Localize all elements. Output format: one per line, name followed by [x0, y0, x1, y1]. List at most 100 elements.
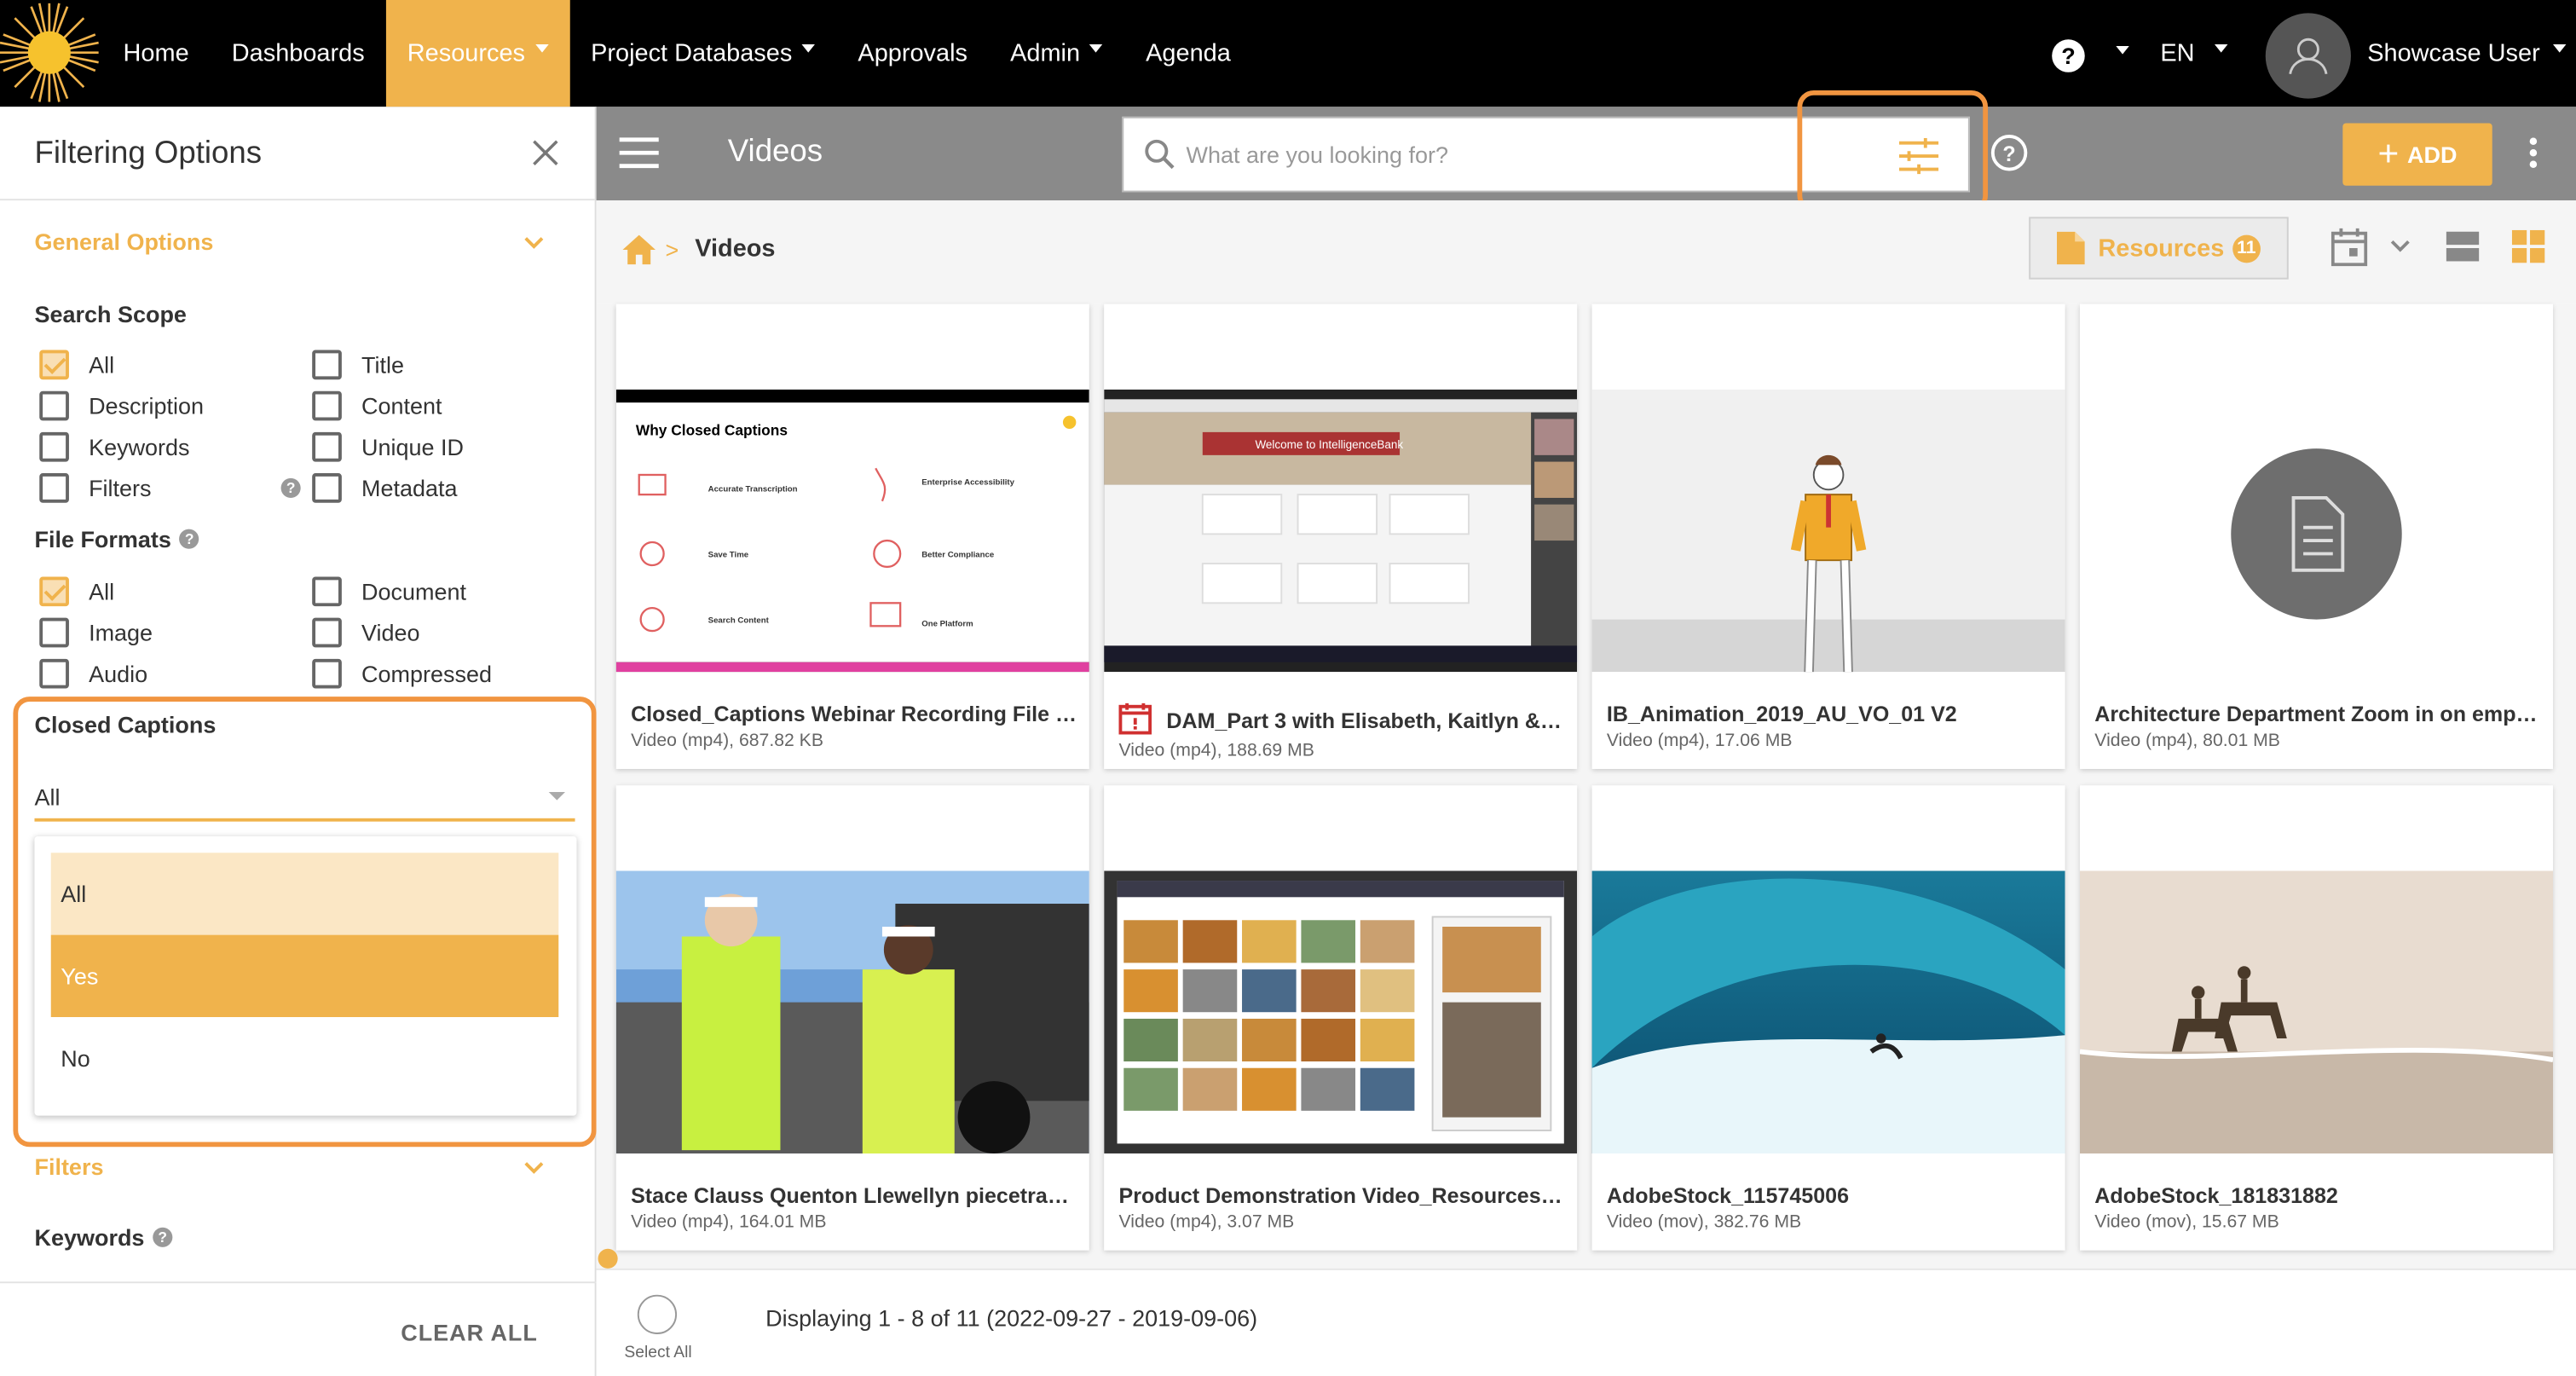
checkbox-image[interactable]: Image [39, 617, 153, 648]
video-thumbnail[interactable] [615, 870, 1089, 1153]
nav-item-admin[interactable]: Admin [989, 0, 1124, 107]
resources-button[interactable]: Resources 11 [2029, 217, 2289, 280]
close-icon[interactable] [529, 136, 563, 170]
chevron-down-icon[interactable] [523, 232, 546, 255]
nav-item-project-databases[interactable]: Project Databases [569, 0, 836, 107]
dropdown-option-no[interactable]: No [51, 1017, 559, 1099]
more-vertical-icon[interactable] [2528, 136, 2538, 170]
video-title[interactable]: Product Demonstration Video_Resources(… [1118, 1183, 1565, 1208]
help-icon[interactable]: ? [280, 477, 301, 498]
search-icon[interactable] [1143, 138, 1176, 171]
nav-item-agenda[interactable]: Agenda [1124, 0, 1252, 107]
checkbox-box[interactable] [39, 350, 69, 380]
video-card[interactable]: Product Demonstration Video_Resources(… V… [1104, 785, 1578, 1251]
nav-item-home[interactable]: Home [101, 0, 210, 107]
video-card[interactable]: Architecture Department Zoom in on empl…… [2079, 304, 2554, 769]
app-root: Home Dashboards Resources Project Databases… [0, 0, 2576, 1376]
help-icon[interactable]: ? [1990, 135, 2028, 171]
video-thumbnail[interactable] [1591, 870, 2065, 1153]
help-icon[interactable]: ? [2052, 39, 2085, 72]
chevron-down-icon[interactable] [548, 791, 565, 801]
video-title[interactable]: Stace Clauss Quenton Llewellyn piecetrac… [631, 1183, 1077, 1208]
help-icon[interactable]: ? [179, 529, 199, 549]
main-content: Videos ? +ADD > Videos Resources 11 [596, 90, 2576, 1376]
checkbox-box[interactable] [312, 431, 342, 462]
chevron-down-icon[interactable] [2390, 238, 2410, 254]
video-title[interactable]: DAM_Part 3 with Elisabeth, Kaitlyn & T… [1166, 708, 1567, 733]
checkbox-all[interactable]: All [39, 350, 114, 380]
video-title[interactable]: Closed_Captions Webinar Recording File E… [631, 702, 1077, 726]
checkbox-document[interactable]: Document [312, 576, 466, 607]
checkbox-video[interactable]: Video [312, 617, 420, 648]
checkbox-box[interactable] [39, 431, 69, 462]
general-options-header[interactable]: General Options [34, 228, 213, 255]
video-thumbnail[interactable] [1104, 870, 1578, 1153]
video-meta: Video (mp4), 687.82 KB [631, 731, 823, 751]
help-dropdown-caret-icon[interactable] [2116, 45, 2129, 55]
checkbox-description[interactable]: Description [39, 390, 204, 421]
file-formats-label-text: File Formats [34, 525, 171, 552]
video-thumbnail[interactable] [2079, 389, 2554, 673]
nav-item-dashboards[interactable]: Dashboards [211, 0, 386, 107]
checkbox-box[interactable] [39, 390, 69, 421]
checkbox-unique-id[interactable]: Unique ID [312, 431, 464, 462]
video-card[interactable]: Why Closed Captions Accurate Transcripti… [615, 304, 1089, 769]
checkbox-box[interactable] [39, 617, 69, 648]
checkbox-audio[interactable]: Audio [39, 658, 147, 689]
video-thumbnail[interactable] [1591, 389, 2065, 673]
checkbox-box[interactable] [39, 473, 69, 503]
checkbox-title[interactable]: Title [312, 350, 404, 380]
checkbox-metadata[interactable]: Metadata [312, 473, 458, 503]
help-icon[interactable]: ? [153, 1227, 173, 1247]
checkbox-compressed[interactable]: Compressed [312, 658, 492, 689]
search-input[interactable] [1186, 118, 1811, 191]
checkbox-box[interactable] [39, 658, 69, 689]
calendar-icon[interactable] [2331, 227, 2368, 267]
checkbox-box[interactable] [312, 390, 342, 421]
list-view-icon[interactable] [2446, 230, 2480, 263]
grid-view-icon[interactable] [2511, 229, 2545, 263]
closed-captions-select[interactable]: All [34, 783, 60, 810]
checkbox-box[interactable] [312, 576, 342, 607]
language-selector[interactable]: EN [2160, 39, 2228, 67]
checkbox-keywords[interactable]: Keywords [39, 431, 190, 462]
avatar[interactable] [2265, 13, 2351, 99]
nav-item-label: Admin [1010, 39, 1081, 68]
checkbox-filters[interactable]: Filters [39, 473, 152, 503]
video-title[interactable]: AdobeStock_181831882 [2094, 1183, 2541, 1208]
hamburger-menu-icon[interactable] [619, 136, 659, 170]
nav-item-approvals[interactable]: Approvals [836, 0, 989, 107]
clear-all-button[interactable]: CLEAR ALL [401, 1320, 538, 1346]
add-button[interactable]: + ADD [2342, 123, 2492, 186]
checkbox-box[interactable] [312, 617, 342, 648]
video-grid: Why Closed Captions Accurate Transcripti… [596, 304, 2576, 1364]
checkbox-box[interactable] [312, 350, 342, 380]
video-card[interactable]: IB_Animation_2019_AU_VO_01 V2 Video (mp4)… [1591, 304, 2065, 769]
home-icon[interactable] [622, 234, 656, 265]
video-card[interactable]: Welcome to IntelligenceBank DAM_Part 3 w… [1104, 304, 1578, 769]
select-all-checkbox[interactable] [637, 1294, 678, 1334]
checkbox-box[interactable] [39, 576, 69, 607]
nav-item-resources[interactable]: Resources [385, 0, 570, 107]
filters-header[interactable]: Filters [34, 1153, 103, 1180]
chevron-down-icon[interactable] [523, 1157, 546, 1180]
video-title[interactable]: IB_Animation_2019_AU_VO_01 V2 [1607, 702, 2053, 726]
video-thumbnail[interactable] [2079, 870, 2554, 1153]
video-title[interactable]: AdobeStock_115745006 [1607, 1183, 2053, 1208]
sun-logo-icon[interactable] [0, 0, 101, 107]
video-thumbnail[interactable]: Why Closed Captions Accurate Transcripti… [615, 389, 1089, 673]
video-card[interactable]: Stace Clauss Quenton Llewellyn piecetrac… [615, 785, 1089, 1251]
dropdown-option-yes[interactable]: Yes [50, 934, 559, 1017]
checkbox-box[interactable] [312, 473, 342, 503]
checkbox-content[interactable]: Content [312, 390, 442, 421]
user-menu[interactable]: Showcase User [2367, 39, 2567, 67]
dropdown-option-all[interactable]: All [50, 853, 559, 935]
video-card[interactable]: AdobeStock_115745006 Video (mov), 382.76 … [1591, 785, 2065, 1251]
scroll-handle[interactable] [598, 1248, 618, 1269]
video-title[interactable]: Architecture Department Zoom in on empl… [2094, 702, 2541, 726]
video-thumbnail[interactable]: Welcome to IntelligenceBank [1104, 389, 1578, 673]
video-card[interactable]: AdobeStock_181831882 Video (mov), 15.67 M… [2079, 785, 2554, 1251]
checkbox-box[interactable] [312, 658, 342, 689]
checkbox-all[interactable]: All [39, 576, 114, 607]
sidebar-header: Filtering Options [0, 107, 595, 201]
